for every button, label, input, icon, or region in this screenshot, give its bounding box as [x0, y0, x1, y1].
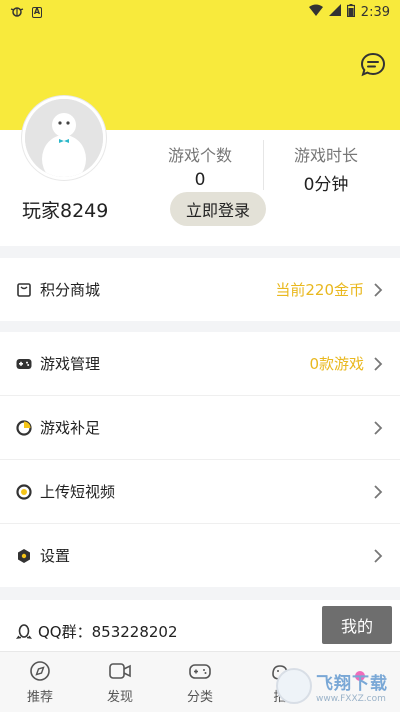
chevron-right-icon [372, 548, 384, 564]
chevron-right-icon [372, 356, 384, 372]
status-bar: A 2:39 [0, 0, 400, 24]
chevron-right-icon [372, 420, 384, 436]
wifi-icon [308, 4, 323, 20]
watermark-en: www.FXXZ.com [316, 693, 386, 704]
gamepad-icon [188, 660, 212, 682]
menu-item-label: 积分商城 [40, 281, 101, 299]
tab-category[interactable]: 分类 [160, 652, 240, 712]
chevron-right-icon [372, 282, 384, 298]
compass-icon [28, 660, 52, 682]
signal-icon [328, 4, 341, 20]
stat-divider [263, 140, 264, 190]
tab-recommend[interactable]: 推荐 [0, 652, 80, 712]
menu-item-game-patch[interactable]: 游戏补足 [0, 396, 400, 459]
tab-label: 分类 [186, 689, 213, 705]
patch-circle-icon [16, 419, 32, 436]
stat-label: 游戏时长 [293, 146, 358, 165]
watermark-logo-icon [276, 668, 312, 704]
avatar[interactable] [22, 96, 106, 180]
watermark-cn: 飞翔下载 [316, 673, 388, 694]
menu-item-upload-video[interactable]: 上传短视频 [0, 460, 400, 523]
chat-bubble-icon[interactable] [360, 52, 386, 78]
coin-balance: 当前220金币 [275, 281, 364, 299]
stat-value: 0 [194, 170, 206, 190]
battery-icon [346, 3, 355, 21]
menu-item-settings[interactable]: 设置 [0, 524, 400, 587]
stat-game-count: 游戏个数 0 [150, 142, 250, 190]
bug-icon [10, 5, 24, 20]
menu-item-label: 设置 [40, 547, 71, 565]
toast-message: 我的 [322, 606, 392, 644]
stat-value: 0分钟 [303, 175, 349, 195]
video-camera-icon [108, 660, 132, 682]
login-button[interactable]: 立即登录 [170, 192, 266, 226]
stat-label: 游戏个数 [167, 146, 232, 165]
watermark: 飞翔下载 www.FXXZ.com [276, 663, 398, 709]
qq-group-label: QQ群：853228202 [38, 623, 178, 641]
tab-label: 推荐 [26, 689, 53, 705]
settings-hexagon-icon [16, 548, 32, 564]
stat-play-time: 游戏时长 0分钟 [276, 142, 376, 195]
menu-item-label: 上传短视频 [40, 483, 116, 501]
game-count-text: 0款游戏 [309, 355, 364, 373]
shopping-bag-icon [16, 282, 32, 298]
qq-penguin-icon [15, 623, 33, 640]
chevron-right-icon [372, 484, 384, 500]
tab-label: 发现 [106, 689, 133, 705]
menu-item-points-mall[interactable]: 积分商城 当前220金币 [0, 258, 400, 321]
menu-item-label: 游戏管理 [40, 355, 101, 373]
menu-item-label: 游戏补足 [40, 419, 101, 437]
upload-video-icon [16, 483, 32, 500]
watermark-text: 飞翔下载 www.FXXZ.com [316, 669, 388, 704]
status-time: 2:39 [360, 4, 390, 20]
a-box-icon: A [32, 6, 42, 18]
menu-item-game-manage[interactable]: 游戏管理 0款游戏 [0, 332, 400, 395]
gamepad-icon [16, 356, 32, 372]
tab-discover[interactable]: 发现 [80, 652, 160, 712]
username: 玩家8249 [22, 200, 109, 222]
